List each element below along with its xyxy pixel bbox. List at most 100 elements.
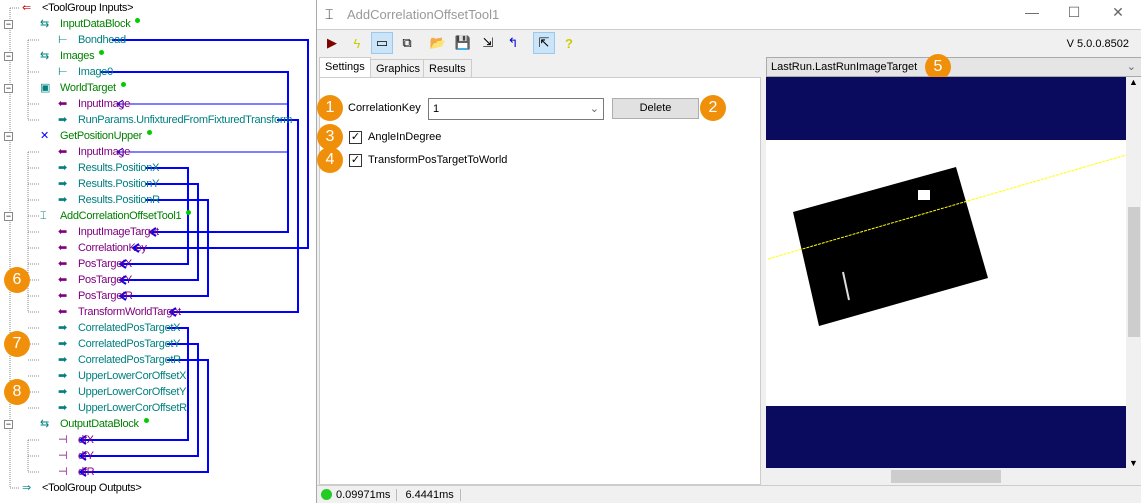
tab-graphics[interactable]: Graphics xyxy=(370,59,427,78)
status-ok-dot xyxy=(186,209,192,215)
tree-node[interactable]: ➡ CorrelatedPosTargetR xyxy=(58,352,181,368)
delete-button[interactable]: Delete xyxy=(612,98,699,119)
collapse-toggle[interactable]: − xyxy=(4,212,13,221)
tree-node[interactable]: ⊣ dfR xyxy=(58,464,95,480)
save-icon[interactable]: 💾 xyxy=(452,32,474,54)
tree-node-label: TransformWorldTarget xyxy=(78,306,181,318)
tree-node-label: CorrelationKey xyxy=(78,242,147,254)
transform-pos-checkbox[interactable]: ✓ xyxy=(349,154,362,167)
tree-node[interactable]: ➡ CorrelatedPosTargetY xyxy=(58,336,181,352)
collapse-toggle[interactable]: − xyxy=(4,84,13,93)
correlation-key-combo[interactable]: 1 ⌄ xyxy=(428,98,604,120)
vertical-scrollbar[interactable]: ▲ ▼ xyxy=(1126,77,1141,468)
output-arrow-icon: ➡ xyxy=(58,338,68,350)
datablock-icon: ⇆ xyxy=(40,50,50,62)
tree-node[interactable]: ➡ CorrelatedPosTargetX xyxy=(58,320,181,336)
reset-icon[interactable]: ↰ xyxy=(502,32,524,54)
input-arrow-icon: ⬅ xyxy=(58,306,68,318)
input-terminal-icon: ⊣ xyxy=(58,450,68,462)
tree-node[interactable]: ➡ UpperLowerCorOffsetY xyxy=(58,384,186,400)
collapse-toggle[interactable]: − xyxy=(4,132,13,141)
chevron-down-icon: ⌄ xyxy=(1126,61,1136,73)
calib-tool-icon: ▣ xyxy=(40,82,51,94)
output-arrow-icon: ➡ xyxy=(58,114,68,126)
graphics-icon[interactable]: ⇱ xyxy=(533,32,555,54)
title-bar: ⌶ AddCorrelationOffsetTool1 — ☐ ✕ xyxy=(317,0,1141,30)
run-icon[interactable]: ▶ xyxy=(321,32,343,54)
tree-node[interactable]: ⇆ Images xyxy=(40,48,105,64)
tree-node[interactable]: ➡ Results.PositionX xyxy=(58,160,159,176)
tree-node[interactable]: ⬅ PosTargetY xyxy=(58,272,132,288)
toolbar: ▶ ϟ ▭ ⧉ 📂 💾 ⇲ ↰ ⇱ ? xyxy=(321,32,580,54)
status-ok-icon xyxy=(321,489,332,500)
image-display[interactable] xyxy=(766,77,1126,468)
close-button[interactable]: ✕ xyxy=(1103,4,1133,21)
tree-node-label: <ToolGroup Outputs> xyxy=(42,482,142,494)
collapse-toggle[interactable]: − xyxy=(4,420,13,429)
scroll-up-icon[interactable]: ▲ xyxy=(1129,77,1138,87)
lightning-icon[interactable]: ϟ xyxy=(346,32,368,54)
tree-node[interactable]: ⇆ InputDataBlock xyxy=(40,16,141,32)
tree-node-label: CorrelatedPosTargetY xyxy=(78,338,181,350)
tree-node[interactable]: ⌶ AddCorrelationOffsetTool1 xyxy=(40,208,192,224)
tree-node[interactable]: ⊢ Bondhead xyxy=(58,32,126,48)
angle-in-degree-label: AngleInDegree xyxy=(368,131,442,143)
minimize-button[interactable]: — xyxy=(1017,4,1047,20)
tree-node[interactable]: ⬅ PosTargetR xyxy=(58,288,133,304)
tree-node[interactable]: ⬅ CorrelationKey xyxy=(58,240,147,256)
tree-node-label: RunParams.UnfixturedFromFixturedTransfor… xyxy=(78,114,293,126)
tree-node[interactable]: ⬅ TransformWorldTarget xyxy=(58,304,181,320)
show-output-icon[interactable]: ⧉ xyxy=(396,32,418,54)
help-icon[interactable]: ? xyxy=(558,32,580,54)
save-as-icon[interactable]: ⇲ xyxy=(477,32,499,54)
tree-node[interactable]: ⇆ OutputDataBlock xyxy=(40,416,149,432)
show-input-icon[interactable]: ▭ xyxy=(371,32,393,54)
tab-results[interactable]: Results xyxy=(423,59,472,78)
tree-node[interactable]: ▣ WorldTarget xyxy=(40,80,126,96)
collapse-toggle[interactable]: − xyxy=(4,20,13,29)
angle-in-degree-checkbox[interactable]: ✓ xyxy=(349,131,362,144)
output-arrow-icon: ➡ xyxy=(58,386,68,398)
tree-node[interactable]: ⬅ InputImage xyxy=(58,144,130,160)
toolgroup-outputs-icon: ⇒ xyxy=(22,482,32,494)
tree-node[interactable]: ⊣ dfX xyxy=(58,432,94,448)
tree-node-label: PosTargetY xyxy=(78,274,132,286)
image-selector-value: LastRun.LastRunImageTarget xyxy=(771,61,918,73)
maximize-button[interactable]: ☐ xyxy=(1059,4,1089,21)
tree-node[interactable]: ⊣ dfY xyxy=(58,448,94,464)
scroll-down-icon[interactable]: ▼ xyxy=(1129,458,1138,468)
tree-node[interactable]: ✕ GetPositionUpper xyxy=(40,128,153,144)
status-ok-dot xyxy=(143,417,149,423)
tree-node[interactable]: ⬅ InputImage xyxy=(58,96,130,112)
transform-pos-label: TransformPosTargetToWorld xyxy=(368,154,508,166)
input-arrow-icon: ⬅ xyxy=(58,274,68,286)
tree-node[interactable]: ➡ UpperLowerCorOffsetR xyxy=(58,400,187,416)
input-arrow-icon: ⬅ xyxy=(58,226,68,238)
tree-node-label: WorldTarget xyxy=(60,82,116,94)
tree-node[interactable]: ➡ Results.PositionY xyxy=(58,176,159,192)
tree-node-label: PosTargetR xyxy=(78,290,133,302)
tree-node-label: PosTargetX xyxy=(78,258,132,270)
output-arrow-icon: ➡ xyxy=(58,194,68,206)
collapse-toggle[interactable]: − xyxy=(4,52,13,61)
tree-node[interactable]: ⊢ Image0 xyxy=(58,64,113,80)
tree-node[interactable]: ⇒ <ToolGroup Outputs> xyxy=(22,480,142,496)
input-arrow-icon: ⬅ xyxy=(58,290,68,302)
tab-settings[interactable]: Settings xyxy=(319,57,371,78)
tree-node[interactable]: ➡ UpperLowerCorOffsetX xyxy=(58,368,186,384)
position-tool-icon: ✕ xyxy=(40,130,50,142)
tree-node-label: dfY xyxy=(78,450,94,462)
input-arrow-icon: ⬅ xyxy=(58,146,68,158)
tree-node[interactable]: ⬅ InputImageTarget xyxy=(58,224,159,240)
image-selector[interactable]: LastRun.LastRunImageTarget ⌄ xyxy=(766,57,1141,77)
toolgroup-inputs-icon: ⇐ xyxy=(22,2,32,14)
tool-tree: ⇐ <ToolGroup Inputs> ⇆ InputDataBlock − ⊢ Bond… xyxy=(0,0,316,503)
tree-node[interactable]: ➡ Results.PositionR xyxy=(58,192,160,208)
horizontal-scrollbar[interactable] xyxy=(766,468,1126,485)
last-run-time: 0.09971ms xyxy=(336,488,391,501)
datablock-icon: ⇆ xyxy=(40,18,50,30)
tree-node[interactable]: ⬅ PosTargetX xyxy=(58,256,132,272)
open-icon[interactable]: 📂 xyxy=(427,32,449,54)
tree-node[interactable]: ⇐ <ToolGroup Inputs> xyxy=(22,0,134,16)
tree-node[interactable]: ➡ RunParams.UnfixturedFromFixturedTransfo… xyxy=(58,112,292,128)
